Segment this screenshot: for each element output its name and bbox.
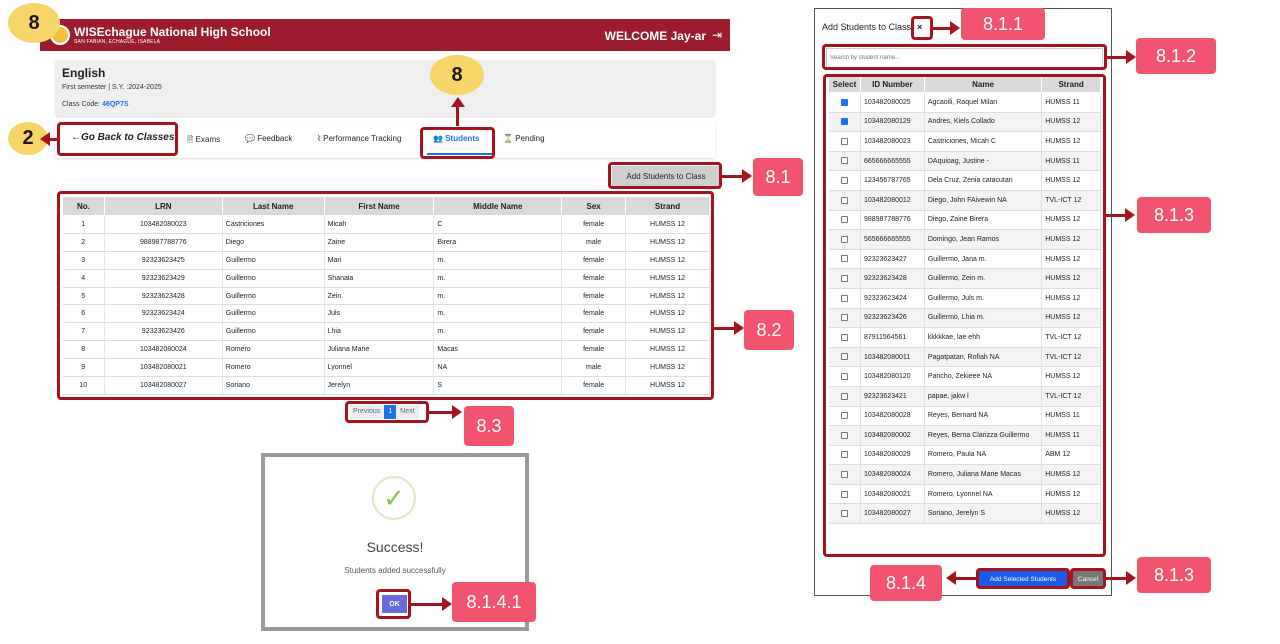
callout-arrow (722, 175, 744, 178)
highlight-available-table (823, 74, 1106, 557)
school-name: WISEchague National High School (74, 25, 271, 39)
callout-8-students: 8 (430, 55, 484, 95)
class-code: Class Code: 46QP7S (62, 101, 129, 108)
class-title: English (62, 66, 106, 80)
callout-8-1-4-1: 8.1.4.1 (452, 582, 536, 622)
callout-arrow-tip (946, 571, 956, 585)
pulse-icon: ⌇ (317, 134, 321, 143)
highlight-cancel-button (1070, 568, 1106, 589)
exam-icon: 🗎 (187, 135, 194, 144)
class-code-label: Class Code: (62, 101, 103, 108)
callout-arrow-tip (950, 21, 960, 35)
highlight-search-input (822, 44, 1107, 70)
callout-8-3: 8.3 (464, 406, 514, 446)
hourglass-icon: ⌛ (503, 134, 513, 143)
callout-arrow (933, 27, 951, 30)
callout-arrow (1106, 214, 1126, 217)
highlight-pagination (345, 401, 429, 423)
add-students-title: Add Students to Class (822, 22, 912, 32)
callout-8-1-4: 8.1.4 (870, 565, 942, 601)
callout-arrow-tip (734, 321, 744, 335)
class-info-card: English First semester | S.Y. :2024-2025… (55, 60, 715, 116)
school-address: SAN FABIAN, ECHAGUE, ISABELA (74, 39, 161, 45)
callout-8-1-1: 8.1.1 (961, 8, 1045, 40)
callout-8-2: 8.2 (744, 310, 794, 350)
highlight-add-selected-button (976, 568, 1070, 589)
success-title: Success! (366, 539, 424, 555)
tab-performance[interactable]: ⌇ Performance Tracking (317, 134, 401, 143)
callout-arrow-tip (442, 597, 452, 611)
callout-arrow (956, 577, 976, 580)
class-code-value: 46QP7S (102, 101, 129, 108)
highlight-ok-button (376, 589, 411, 619)
callout-arrow (456, 105, 459, 126)
welcome-text: WELCOME Jay-ar (604, 29, 706, 43)
callout-arrow-tip (742, 169, 752, 183)
callout-arrow (411, 603, 443, 606)
callout-8-1-3-table: 8.1.3 (1137, 197, 1211, 233)
callout-8-1-2: 8.1.2 (1136, 38, 1216, 74)
class-semester: First semester | S.Y. :2024-2025 (62, 84, 162, 91)
callout-arrow (714, 327, 736, 330)
callout-8-1-3-cancel: 8.1.3 (1137, 557, 1211, 593)
highlight-students-tab (420, 127, 495, 159)
success-check-icon: ✓ (372, 476, 416, 520)
app-header: WISEchague National High School SAN FABI… (40, 19, 730, 51)
highlight-roster-table (57, 191, 714, 400)
callout-arrow-tip (40, 132, 50, 146)
logout-icon[interactable]: ⇥ (712, 28, 722, 42)
chat-icon: 💬 (245, 134, 255, 143)
callout-8-top: 8 (8, 3, 60, 43)
success-message: Students added successfully (344, 566, 446, 575)
callout-arrow (1107, 56, 1127, 59)
callout-arrow-tip (452, 405, 462, 419)
callout-arrow-tip (451, 97, 465, 107)
highlight-close-icon (911, 16, 933, 40)
tab-exams[interactable]: 🗎 Exams (187, 134, 220, 148)
callout-arrow (1106, 577, 1128, 580)
tab-pending[interactable]: ⌛ Pending (503, 134, 545, 143)
highlight-add-button (608, 162, 722, 189)
callout-arrow-tip (1126, 571, 1136, 585)
highlight-back-link (57, 122, 178, 156)
callout-arrow-tip (1126, 50, 1136, 64)
callout-8-1: 8.1 (753, 158, 803, 196)
callout-arrow-tip (1125, 208, 1135, 222)
callout-arrow (429, 411, 453, 414)
tab-feedback[interactable]: 💬 Feedback (245, 134, 292, 143)
